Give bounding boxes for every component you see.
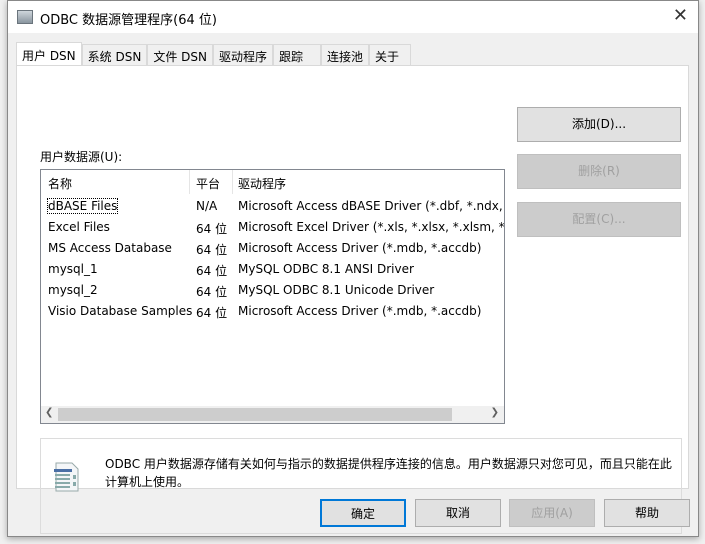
table-row[interactable]: dBASE Files N/A Microsoft Access dBASE Dri… bbox=[41, 196, 504, 217]
configure-button[interactable]: 配置(C)... bbox=[517, 202, 681, 237]
apply-button[interactable]: 应用(A) bbox=[509, 499, 595, 527]
tab-bar: 用户 DSN 系统 DSN 文件 DSN 驱动程序 跟踪 连接池 关于 bbox=[16, 42, 411, 66]
table-row[interactable]: mysql_2 64 位 MySQL ODBC 8.1 Unicode Driver bbox=[41, 280, 504, 301]
odbc-dialog: ODBC 数据源管理程序(64 位) ✕ 用户 DSN 系统 DSN 文件 DS… bbox=[7, 0, 699, 537]
data-source-document-icon bbox=[54, 462, 79, 492]
row-platform: N/A bbox=[196, 199, 218, 213]
table-row[interactable]: Visio Database Samples 64 位 Microsoft Acce… bbox=[41, 301, 504, 322]
column-divider bbox=[189, 170, 190, 194]
row-name: MS Access Database bbox=[48, 241, 172, 255]
dsn-list[interactable]: 名称 平台 驱动程序 dBASE Files N/A Microsoft Acces… bbox=[40, 169, 505, 424]
list-label: 用户数据源(U): bbox=[40, 150, 123, 164]
tab-system-dsn[interactable]: 系统 DSN bbox=[81, 44, 148, 66]
row-name: mysql_1 bbox=[48, 262, 98, 276]
row-driver: MySQL ODBC 8.1 ANSI Driver bbox=[238, 262, 414, 276]
row-driver: Microsoft Excel Driver (*.xls, *.xlsx, *… bbox=[238, 220, 505, 234]
row-platform: 64 位 bbox=[196, 306, 228, 320]
horizontal-scrollbar[interactable]: ❮ ❯ bbox=[41, 406, 504, 423]
tab-connection-pooling[interactable]: 连接池 bbox=[320, 44, 369, 66]
remove-button[interactable]: 删除(R) bbox=[517, 154, 681, 189]
tab-file-dsn[interactable]: 文件 DSN bbox=[147, 44, 213, 66]
close-icon[interactable]: ✕ bbox=[673, 5, 688, 26]
add-button[interactable]: 添加(D)... bbox=[517, 107, 681, 142]
tab-user-dsn[interactable]: 用户 DSN bbox=[16, 42, 82, 66]
table-row[interactable]: Excel Files 64 位 Microsoft Excel Driver (*… bbox=[41, 217, 504, 238]
title-bar: ODBC 数据源管理程序(64 位) ✕ bbox=[8, 1, 698, 33]
table-row[interactable]: mysql_1 64 位 MySQL ODBC 8.1 ANSI Driver bbox=[41, 259, 504, 280]
odbc-app-icon bbox=[17, 10, 33, 24]
tab-drivers[interactable]: 驱动程序 bbox=[212, 44, 273, 66]
ok-button[interactable]: 确定 bbox=[320, 499, 406, 527]
window-title: ODBC 数据源管理程序(64 位) bbox=[40, 13, 217, 28]
row-name: dBASE Files bbox=[46, 198, 119, 214]
column-name[interactable]: 名称 bbox=[48, 175, 72, 192]
tab-tracing[interactable]: 跟踪 bbox=[272, 44, 321, 66]
table-row[interactable]: MS Access Database 64 位 Microsoft Access D… bbox=[41, 238, 504, 259]
column-driver[interactable]: 驱动程序 bbox=[238, 175, 286, 192]
scrollbar-thumb[interactable] bbox=[58, 408, 452, 421]
scroll-right-icon[interactable]: ❯ bbox=[491, 407, 499, 418]
row-name: Excel Files bbox=[48, 220, 110, 234]
row-driver: Microsoft Access Driver (*.mdb, *.accdb) bbox=[238, 241, 482, 255]
column-divider bbox=[232, 170, 233, 194]
tab-panel: 用户数据源(U): 名称 平台 驱动程序 dBASE Files N/A Micro… bbox=[16, 65, 689, 534]
row-driver: Microsoft Access dBASE Driver (*.dbf, *.… bbox=[238, 199, 504, 213]
row-platform: 64 位 bbox=[196, 222, 228, 236]
row-name: Visio Database Samples bbox=[48, 304, 193, 318]
list-header: 名称 平台 驱动程序 bbox=[41, 170, 504, 194]
column-platform[interactable]: 平台 bbox=[196, 175, 220, 192]
row-platform: 64 位 bbox=[196, 243, 228, 257]
scroll-left-icon[interactable]: ❮ bbox=[45, 407, 53, 418]
row-driver: MySQL ODBC 8.1 Unicode Driver bbox=[238, 283, 435, 297]
tab-about[interactable]: 关于 bbox=[369, 44, 411, 66]
row-name: mysql_2 bbox=[48, 283, 98, 297]
info-text: ODBC 用户数据源存储有关如何与指示的数据提供程序连接的信息。用户数据源只对您… bbox=[105, 457, 672, 489]
row-driver: Microsoft Access Driver (*.mdb, *.accdb) bbox=[238, 304, 482, 318]
row-platform: 64 位 bbox=[196, 285, 228, 299]
cancel-button[interactable]: 取消 bbox=[415, 499, 501, 527]
help-button[interactable]: 帮助 bbox=[604, 499, 690, 527]
row-platform: 64 位 bbox=[196, 264, 228, 278]
